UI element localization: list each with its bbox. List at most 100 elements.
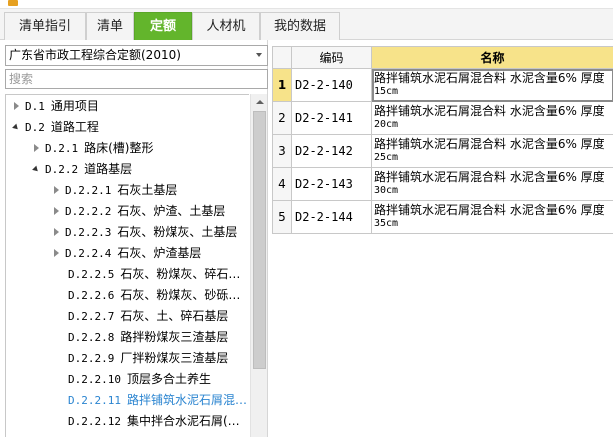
- tree-node-label: 石灰、炉渣、土基层: [117, 204, 226, 218]
- scroll-up-arrow-icon[interactable]: [251, 94, 268, 111]
- tree-node-code: D.2.2.6: [68, 289, 115, 302]
- row-number[interactable]: 1: [272, 68, 292, 102]
- tree-node-label: 道路工程: [50, 120, 99, 134]
- tree-node[interactable]: D.2.2.11 路拌铺筑水泥石屑混…: [68, 390, 247, 410]
- collapse-arrow-icon[interactable]: [32, 138, 42, 158]
- quota-name-cell[interactable]: 路拌铺筑水泥石屑混合料 水泥含量6% 厚度 15cm: [371, 68, 613, 102]
- tree-node-code: D.2.1: [45, 142, 79, 155]
- tree-node-code: D.2.2.10: [68, 373, 121, 386]
- collapse-arrow-icon[interactable]: [52, 180, 62, 200]
- tree-node[interactable]: D.2.2.2 石灰、炉渣、土基层: [52, 201, 225, 221]
- quota-thickness-text: 35cm: [374, 218, 399, 229]
- tree-node[interactable]: D.2 道路工程: [12, 117, 99, 137]
- tree-node-code: D.2.2: [45, 163, 79, 176]
- tree-node-label: 路拌粉煤灰三渣基层: [120, 330, 229, 344]
- tree-node-code: D.2.2.3: [65, 226, 112, 239]
- collapse-arrow-icon[interactable]: [52, 222, 62, 242]
- expand-arrow-icon[interactable]: [32, 159, 42, 179]
- quota-thickness-text: 15cm: [374, 86, 399, 97]
- tab-labor-material-machine[interactable]: 人材机: [192, 12, 260, 40]
- tree-node-code: D.1: [25, 100, 45, 113]
- tree-node-label: 石灰、粉煤灰、砂砾…: [120, 288, 241, 302]
- table-row[interactable]: 3 D2-2-142 路拌铺筑水泥石屑混合料 水泥含量6% 厚度 25cm: [272, 134, 613, 168]
- quota-tree: D.1 通用项目 D.2 道路工程 D.2.1 路床(槽)整形 D.2.2 道路基层 D.2.2…: [5, 94, 249, 437]
- tree-node-code: D.2.2.7: [68, 310, 115, 323]
- collapse-arrow-icon[interactable]: [52, 243, 62, 263]
- quota-code-cell[interactable]: D2-2-143: [291, 167, 372, 201]
- tree-node[interactable]: D.2.2.12 集中拌合水泥石屑(…: [68, 411, 240, 431]
- tree-node[interactable]: D.2.2.7 石灰、土、碎石基层: [68, 306, 228, 326]
- tree-node-label: 石灰、粉煤灰、碎石…: [120, 267, 241, 281]
- title-bar: [0, 0, 613, 9]
- quota-name-text: 路拌铺筑水泥石屑混合料 水泥含量6% 厚度: [374, 104, 605, 118]
- tree-node-code: D.2.2.2: [65, 205, 112, 218]
- quota-name-cell[interactable]: 路拌铺筑水泥石屑混合料 水泥含量6% 厚度 25cm: [371, 134, 613, 168]
- scrollbar-thumb[interactable]: [253, 111, 266, 369]
- quota-name-text: 路拌铺筑水泥石屑混合料 水泥含量6% 厚度: [374, 203, 605, 217]
- tree-node[interactable]: D.2.2.9 厂拌粉煤灰三渣基层: [68, 348, 228, 368]
- tree-node[interactable]: D.2.1 路床(槽)整形: [32, 138, 154, 158]
- tree-node-label: 顶层多合土养生: [126, 372, 211, 386]
- table-row[interactable]: 1 D2-2-140 路拌铺筑水泥石屑混合料 水泥含量6% 厚度 15cm: [272, 68, 613, 102]
- quota-thickness-text: 30cm: [374, 185, 399, 196]
- row-number[interactable]: 4: [272, 167, 292, 201]
- tree-node[interactable]: D.2.2.4 石灰、炉渣基层: [52, 243, 201, 263]
- quota-list-panel: 编码 名称 1 D2-2-140 路拌铺筑水泥石屑混合料 水泥含量6% 厚度 15cm…: [269, 40, 613, 437]
- quota-name-cell[interactable]: 路拌铺筑水泥石屑混合料 水泥含量6% 厚度 30cm: [371, 167, 613, 201]
- search-input[interactable]: [5, 69, 268, 89]
- tree-node-label: 石灰土基层: [117, 183, 178, 197]
- tab-bill[interactable]: 清单: [86, 12, 134, 40]
- tree-node-label: 石灰、炉渣基层: [117, 246, 202, 260]
- quota-code-cell[interactable]: D2-2-141: [291, 101, 372, 135]
- tree-node-label: 通用项目: [50, 99, 99, 113]
- tree-node-code: D.2.2.8: [68, 331, 115, 344]
- tree-node[interactable]: D.1 通用项目: [12, 96, 99, 116]
- expand-arrow-icon[interactable]: [12, 117, 22, 137]
- quota-name-text: 路拌铺筑水泥石屑混合料 水泥含量6% 厚度: [374, 170, 605, 184]
- quota-name-text: 路拌铺筑水泥石屑混合料 水泥含量6% 厚度: [374, 71, 605, 85]
- tree-scrollbar[interactable]: [250, 94, 267, 437]
- tree-node[interactable]: D.2.2.10 顶层多合土养生: [68, 369, 211, 389]
- tree-node-code: D.2.2.11: [68, 394, 121, 407]
- tree-node[interactable]: D.2.2.1 石灰土基层: [52, 180, 177, 200]
- tree-node[interactable]: D.2.2.5 石灰、粉煤灰、碎石…: [68, 264, 240, 284]
- quota-name-cell[interactable]: 路拌铺筑水泥石屑混合料 水泥含量6% 厚度 35cm: [371, 200, 613, 234]
- quota-code-cell[interactable]: D2-2-142: [291, 134, 372, 168]
- quota-name-cell[interactable]: 路拌铺筑水泥石屑混合料 水泥含量6% 厚度 20cm: [371, 101, 613, 135]
- tree-node-code: D.2: [25, 121, 45, 134]
- tab-bar: 清单指引 清单 定额 人材机 我的数据: [0, 9, 613, 40]
- chevron-down-icon[interactable]: [256, 53, 262, 57]
- code-column-header[interactable]: 编码: [291, 46, 372, 69]
- quota-code-cell[interactable]: D2-2-144: [291, 200, 372, 234]
- name-column-header[interactable]: 名称: [371, 46, 613, 69]
- rownum-header: [272, 46, 292, 69]
- tree-node-code: D.2.2.5: [68, 268, 115, 281]
- tree-node-label: 厂拌粉煤灰三渣基层: [120, 351, 229, 365]
- tree-node[interactable]: D.2.2.8 路拌粉煤灰三渣基层: [68, 327, 228, 347]
- tree-node-code: D.2.2.4: [65, 247, 112, 260]
- tree-node[interactable]: D.2.2.3 石灰、粉煤灰、土基层: [52, 222, 237, 242]
- quota-thickness-text: 25cm: [374, 152, 399, 163]
- row-number[interactable]: 3: [272, 134, 292, 168]
- row-number[interactable]: 5: [272, 200, 292, 234]
- quota-code-cell[interactable]: D2-2-140: [291, 68, 372, 102]
- tree-node-code: D.2.2.12: [68, 415, 121, 428]
- tree-node-label: 集中拌合水泥石屑(…: [126, 414, 240, 428]
- quota-tree-panel: 广东省市政工程综合定额(2010) D.1 通用项目 D.2 道路工程 D.2.1 路床(…: [0, 40, 268, 437]
- tab-quota[interactable]: 定额: [134, 12, 192, 40]
- tree-node-label: 石灰、土、碎石基层: [120, 309, 229, 323]
- collapse-arrow-icon[interactable]: [12, 96, 22, 116]
- table-row[interactable]: 4 D2-2-143 路拌铺筑水泥石屑混合料 水泥含量6% 厚度 30cm: [272, 167, 613, 201]
- tree-node-label: 路拌铺筑水泥石屑混…: [126, 393, 247, 407]
- tree-node[interactable]: D.2.2 道路基层: [32, 159, 132, 179]
- table-row[interactable]: 2 D2-2-141 路拌铺筑水泥石屑混合料 水泥含量6% 厚度 20cm: [272, 101, 613, 135]
- tree-node[interactable]: D.2.2.6 石灰、粉煤灰、砂砾…: [68, 285, 240, 305]
- tab-bill-guide[interactable]: 清单指引: [4, 12, 86, 40]
- tab-my-data[interactable]: 我的数据: [260, 12, 340, 40]
- collapse-arrow-icon[interactable]: [52, 201, 62, 221]
- tree-node-label: 道路基层: [84, 162, 133, 176]
- tree-node-label: 石灰、粉煤灰、土基层: [117, 225, 238, 239]
- row-number[interactable]: 2: [272, 101, 292, 135]
- quota-library-select[interactable]: 广东省市政工程综合定额(2010): [5, 45, 268, 66]
- table-row[interactable]: 5 D2-2-144 路拌铺筑水泥石屑混合料 水泥含量6% 厚度 35cm: [272, 200, 613, 234]
